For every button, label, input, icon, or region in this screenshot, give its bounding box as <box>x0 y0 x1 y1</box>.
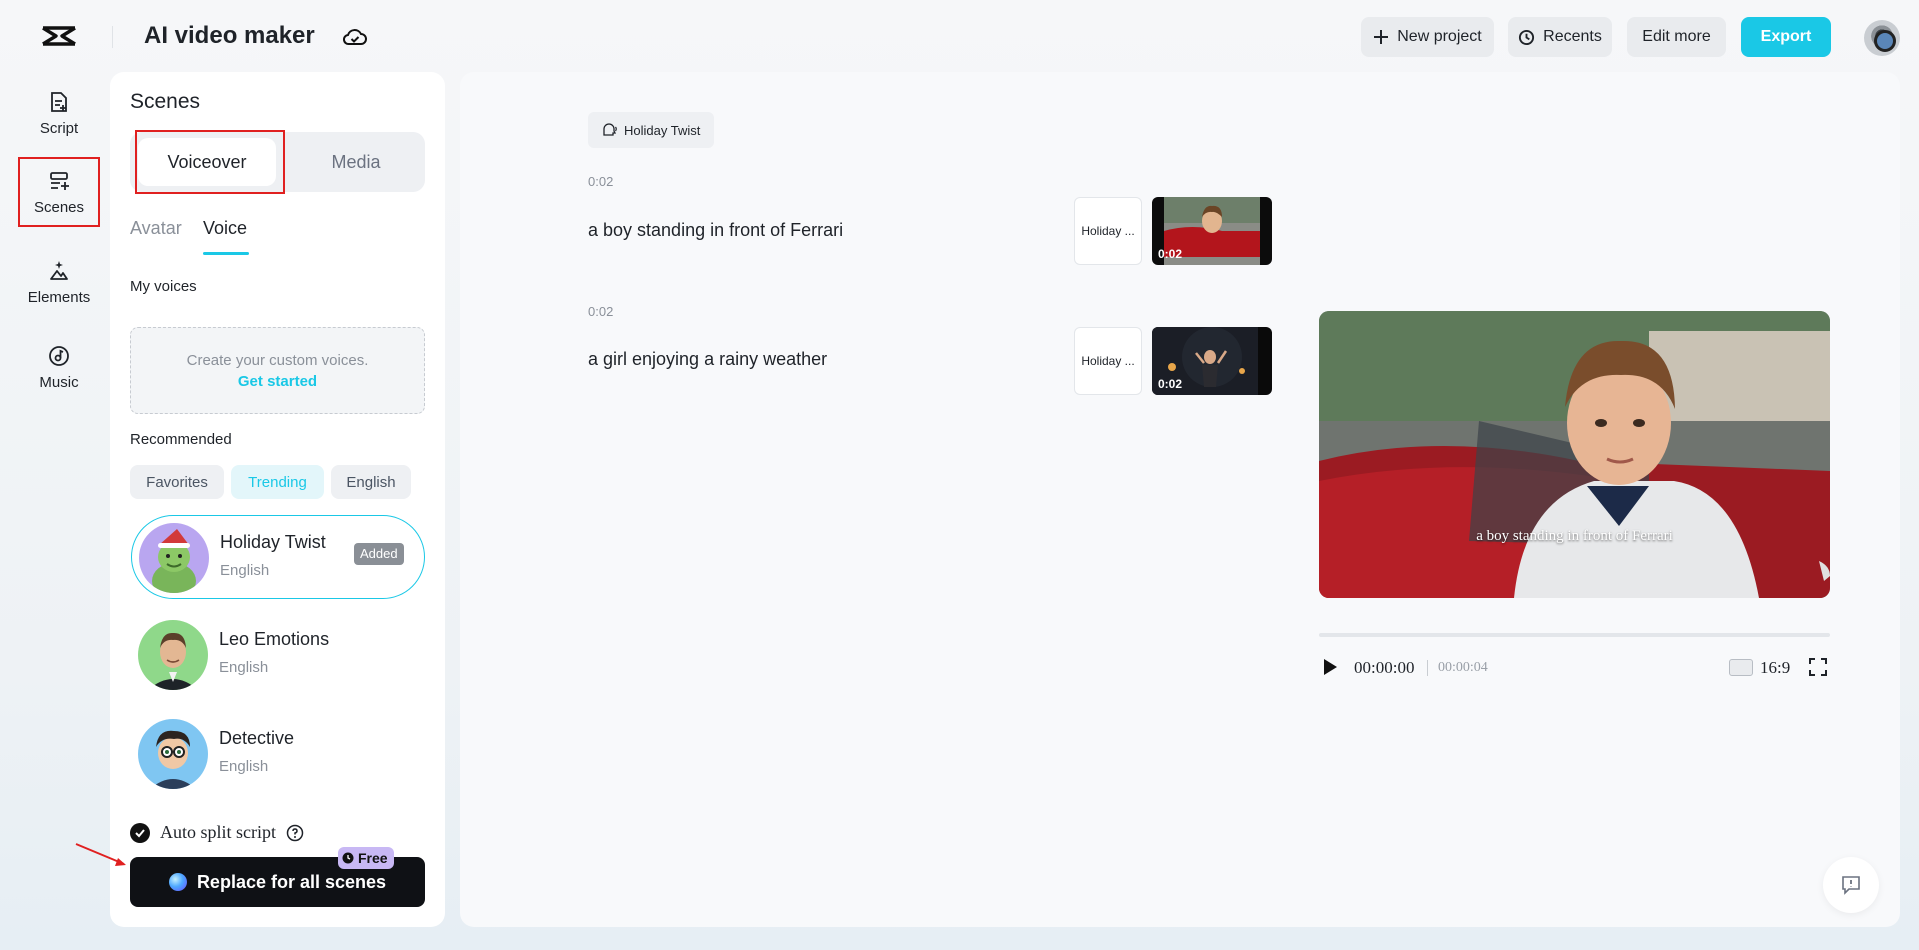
scene-script-text[interactable]: a girl enjoying a rainy weather <box>588 349 827 370</box>
time-separator <box>1427 660 1428 676</box>
fullscreen-icon[interactable] <box>1808 657 1828 677</box>
checked-icon[interactable] <box>130 823 150 843</box>
aspect-ratio-icon[interactable] <box>1729 659 1753 676</box>
edit-more-button[interactable]: Edit more <box>1627 17 1726 57</box>
filter-favorites[interactable]: Favorites <box>130 465 224 499</box>
voice-name: Detective <box>219 728 294 749</box>
thumbnail-duration: 0:02 <box>1158 247 1182 261</box>
free-badge: Free <box>338 847 394 869</box>
nav-scenes-label: Scenes <box>34 199 84 216</box>
voice-language: English <box>219 659 268 676</box>
feedback-button[interactable] <box>1823 857 1879 913</box>
scene-thumbnail[interactable]: 0:02 <box>1152 327 1272 395</box>
scene-time: 0:02 <box>588 304 613 319</box>
voice-chip-label: Holiday Twist <box>624 123 700 138</box>
export-button[interactable]: Export <box>1741 17 1831 57</box>
nav-item-music[interactable]: Music <box>18 332 100 402</box>
free-label: Free <box>358 850 388 866</box>
script-icon <box>47 90 71 114</box>
music-icon <box>47 344 71 368</box>
voice-chip[interactable]: Holiday Twist <box>588 112 714 148</box>
voice-avatar <box>138 620 208 690</box>
voice-avatar <box>139 523 209 593</box>
elements-icon <box>47 259 71 283</box>
my-voices-label: My voices <box>130 278 197 295</box>
auto-split-label: Auto split script <box>160 822 276 843</box>
voice-card-leo-emotions[interactable]: Leo Emotions English <box>131 613 425 697</box>
voice-avatar <box>138 719 208 789</box>
voice-head-icon <box>600 121 618 139</box>
filter-english[interactable]: English <box>331 465 411 499</box>
nav-item-scenes[interactable]: Scenes <box>18 157 100 227</box>
nav-item-script[interactable]: Script <box>18 78 100 148</box>
active-subtab-indicator <box>203 252 249 255</box>
recents-button[interactable]: Recents <box>1508 17 1612 57</box>
scenes-icon <box>47 169 71 193</box>
custom-voice-text: Create your custom voices. <box>131 352 424 369</box>
video-preview[interactable]: a boy standing in front of Ferrari <box>1319 311 1830 598</box>
recents-label: Recents <box>1543 28 1602 46</box>
history-icon <box>1518 29 1535 46</box>
voice-card-holiday-twist[interactable]: Holiday Twist English Added <box>131 515 425 599</box>
nav-item-elements[interactable]: Elements <box>18 247 100 317</box>
clock-icon <box>342 852 354 864</box>
scene-thumbnail[interactable]: 0:02 <box>1152 197 1272 265</box>
voice-language: English <box>220 562 269 579</box>
scene-time: 0:02 <box>588 174 613 189</box>
main-panel: Holiday Twist 0:02 a boy standing in fro… <box>460 72 1900 927</box>
cloud-sync-icon[interactable] <box>342 26 368 48</box>
app-title: AI video maker <box>144 22 315 50</box>
current-time: 00:00:00 <box>1354 658 1414 678</box>
recommended-label: Recommended <box>130 431 232 448</box>
total-time: 00:00:04 <box>1438 660 1488 676</box>
nav-elements-label: Elements <box>28 289 91 306</box>
user-avatar[interactable] <box>1864 20 1900 56</box>
voice-card-detective[interactable]: Detective English <box>131 712 425 796</box>
new-project-label: New project <box>1397 28 1481 46</box>
scene-script-text[interactable]: a boy standing in front of Ferrari <box>588 220 843 241</box>
replace-button-label: Replace for all scenes <box>197 872 386 893</box>
annotation-arrow-icon <box>74 840 130 870</box>
capcut-logo[interactable] <box>40 22 78 50</box>
ai-orb-icon <box>169 873 187 891</box>
top-bar: AI video maker New project Recents Edit … <box>0 0 1919 72</box>
voice-name: Leo Emotions <box>219 629 329 650</box>
filter-trending[interactable]: Trending <box>231 465 324 499</box>
custom-voice-box: Create your custom voices. Get started <box>130 327 425 414</box>
header-divider <box>112 26 113 48</box>
scene-voice-box[interactable]: Holiday ... <box>1074 327 1142 395</box>
edit-more-label: Edit more <box>1642 28 1710 46</box>
video-progress-bar[interactable] <box>1319 633 1830 637</box>
scene-voice-box[interactable]: Holiday ... <box>1074 197 1142 265</box>
aspect-ratio-label[interactable]: 16:9 <box>1760 658 1790 678</box>
plus-icon <box>1373 29 1389 45</box>
thumbnail-duration: 0:02 <box>1158 377 1182 391</box>
scenes-panel: Scenes Voiceover Media Avatar Voice My v… <box>110 72 445 927</box>
added-badge: Added <box>354 543 404 565</box>
voice-name: Holiday Twist <box>220 532 326 553</box>
subtab-voice[interactable]: Voice <box>203 218 247 239</box>
voice-language: English <box>219 758 268 775</box>
tab-media[interactable]: Media <box>296 138 416 186</box>
auto-split-option[interactable]: Auto split script <box>130 822 304 843</box>
help-icon[interactable] <box>286 824 304 842</box>
nav-music-label: Music <box>39 374 78 391</box>
nav-script-label: Script <box>40 120 78 137</box>
subtab-avatar[interactable]: Avatar <box>130 218 182 239</box>
play-icon[interactable] <box>1321 657 1339 677</box>
feedback-icon <box>1840 874 1862 896</box>
voiceover-highlight-box <box>135 130 285 194</box>
video-subtitle: a boy standing in front of Ferrari <box>1319 528 1830 545</box>
panel-title: Scenes <box>130 90 200 114</box>
export-label: Export <box>1761 28 1812 46</box>
get-started-link[interactable]: Get started <box>131 373 424 390</box>
new-project-button[interactable]: New project <box>1361 17 1494 57</box>
